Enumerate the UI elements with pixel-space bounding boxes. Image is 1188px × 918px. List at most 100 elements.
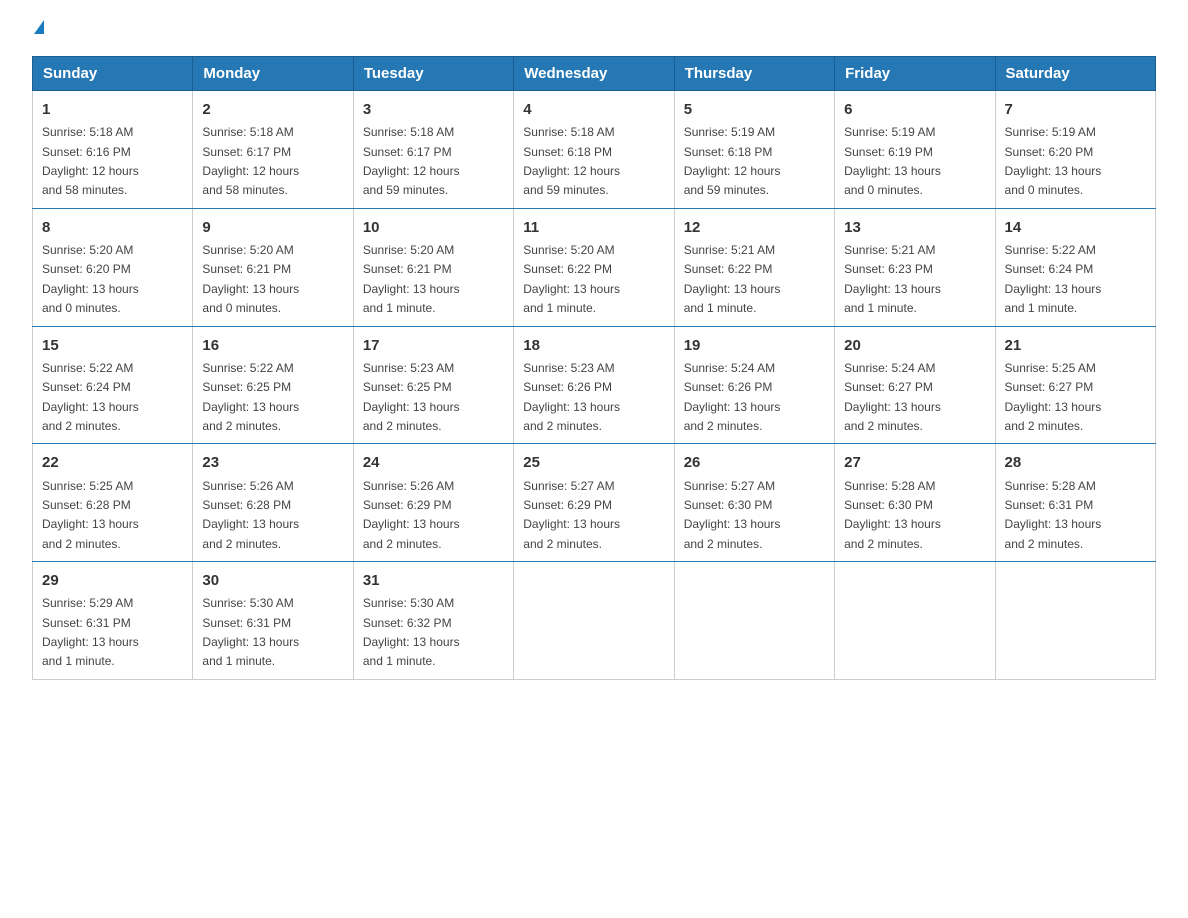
day-info: Sunrise: 5:27 AM Sunset: 6:29 PM Dayligh… [523,479,620,551]
calendar-cell: 11 Sunrise: 5:20 AM Sunset: 6:22 PM Dayl… [514,208,674,326]
calendar-cell: 16 Sunrise: 5:22 AM Sunset: 6:25 PM Dayl… [193,326,353,444]
day-number: 14 [1005,216,1146,239]
day-number: 16 [202,334,343,357]
day-number: 10 [363,216,504,239]
weekday-saturday: Saturday [995,57,1155,91]
day-info: Sunrise: 5:18 AM Sunset: 6:16 PM Dayligh… [42,125,139,197]
day-info: Sunrise: 5:24 AM Sunset: 6:27 PM Dayligh… [844,361,941,433]
day-number: 3 [363,98,504,121]
calendar-cell: 14 Sunrise: 5:22 AM Sunset: 6:24 PM Dayl… [995,208,1155,326]
calendar-cell: 4 Sunrise: 5:18 AM Sunset: 6:18 PM Dayli… [514,91,674,209]
calendar-cell: 31 Sunrise: 5:30 AM Sunset: 6:32 PM Dayl… [353,562,513,680]
calendar-body: 1 Sunrise: 5:18 AM Sunset: 6:16 PM Dayli… [33,91,1156,680]
day-number: 5 [684,98,825,121]
day-info: Sunrise: 5:19 AM Sunset: 6:20 PM Dayligh… [1005,125,1102,197]
day-number: 28 [1005,451,1146,474]
day-number: 9 [202,216,343,239]
day-info: Sunrise: 5:28 AM Sunset: 6:30 PM Dayligh… [844,479,941,551]
weekday-friday: Friday [835,57,995,91]
day-info: Sunrise: 5:22 AM Sunset: 6:24 PM Dayligh… [42,361,139,433]
day-info: Sunrise: 5:18 AM Sunset: 6:18 PM Dayligh… [523,125,620,197]
day-number: 1 [42,98,183,121]
day-number: 12 [684,216,825,239]
calendar-cell: 23 Sunrise: 5:26 AM Sunset: 6:28 PM Dayl… [193,444,353,562]
calendar-cell [995,562,1155,680]
day-info: Sunrise: 5:23 AM Sunset: 6:25 PM Dayligh… [363,361,460,433]
calendar-cell: 5 Sunrise: 5:19 AM Sunset: 6:18 PM Dayli… [674,91,834,209]
day-number: 4 [523,98,664,121]
day-info: Sunrise: 5:20 AM Sunset: 6:21 PM Dayligh… [363,243,460,315]
calendar-cell: 24 Sunrise: 5:26 AM Sunset: 6:29 PM Dayl… [353,444,513,562]
weekday-header-row: SundayMondayTuesdayWednesdayThursdayFrid… [33,57,1156,91]
calendar-cell: 12 Sunrise: 5:21 AM Sunset: 6:22 PM Dayl… [674,208,834,326]
day-info: Sunrise: 5:24 AM Sunset: 6:26 PM Dayligh… [684,361,781,433]
day-info: Sunrise: 5:30 AM Sunset: 6:32 PM Dayligh… [363,596,460,668]
calendar-cell: 20 Sunrise: 5:24 AM Sunset: 6:27 PM Dayl… [835,326,995,444]
calendar-cell: 7 Sunrise: 5:19 AM Sunset: 6:20 PM Dayli… [995,91,1155,209]
day-number: 21 [1005,334,1146,357]
calendar-cell [514,562,674,680]
day-info: Sunrise: 5:30 AM Sunset: 6:31 PM Dayligh… [202,596,299,668]
day-info: Sunrise: 5:19 AM Sunset: 6:18 PM Dayligh… [684,125,781,197]
day-number: 26 [684,451,825,474]
day-info: Sunrise: 5:21 AM Sunset: 6:23 PM Dayligh… [844,243,941,315]
calendar-cell: 22 Sunrise: 5:25 AM Sunset: 6:28 PM Dayl… [33,444,193,562]
calendar-cell [674,562,834,680]
calendar-header: SundayMondayTuesdayWednesdayThursdayFrid… [33,57,1156,91]
day-info: Sunrise: 5:23 AM Sunset: 6:26 PM Dayligh… [523,361,620,433]
day-number: 24 [363,451,504,474]
logo [32,24,44,38]
week-row-2: 8 Sunrise: 5:20 AM Sunset: 6:20 PM Dayli… [33,208,1156,326]
calendar-cell: 6 Sunrise: 5:19 AM Sunset: 6:19 PM Dayli… [835,91,995,209]
day-number: 2 [202,98,343,121]
week-row-1: 1 Sunrise: 5:18 AM Sunset: 6:16 PM Dayli… [33,91,1156,209]
day-info: Sunrise: 5:29 AM Sunset: 6:31 PM Dayligh… [42,596,139,668]
calendar-table: SundayMondayTuesdayWednesdayThursdayFrid… [32,56,1156,680]
week-row-4: 22 Sunrise: 5:25 AM Sunset: 6:28 PM Dayl… [33,444,1156,562]
day-info: Sunrise: 5:25 AM Sunset: 6:27 PM Dayligh… [1005,361,1102,433]
day-info: Sunrise: 5:19 AM Sunset: 6:19 PM Dayligh… [844,125,941,197]
calendar-cell: 8 Sunrise: 5:20 AM Sunset: 6:20 PM Dayli… [33,208,193,326]
calendar-cell: 17 Sunrise: 5:23 AM Sunset: 6:25 PM Dayl… [353,326,513,444]
calendar-cell: 26 Sunrise: 5:27 AM Sunset: 6:30 PM Dayl… [674,444,834,562]
calendar-cell: 19 Sunrise: 5:24 AM Sunset: 6:26 PM Dayl… [674,326,834,444]
day-number: 15 [42,334,183,357]
weekday-sunday: Sunday [33,57,193,91]
day-info: Sunrise: 5:18 AM Sunset: 6:17 PM Dayligh… [202,125,299,197]
day-number: 30 [202,569,343,592]
calendar-cell: 13 Sunrise: 5:21 AM Sunset: 6:23 PM Dayl… [835,208,995,326]
day-number: 18 [523,334,664,357]
day-info: Sunrise: 5:20 AM Sunset: 6:22 PM Dayligh… [523,243,620,315]
day-number: 20 [844,334,985,357]
day-number: 13 [844,216,985,239]
day-number: 25 [523,451,664,474]
day-number: 17 [363,334,504,357]
day-number: 27 [844,451,985,474]
calendar-cell: 10 Sunrise: 5:20 AM Sunset: 6:21 PM Dayl… [353,208,513,326]
day-number: 23 [202,451,343,474]
day-info: Sunrise: 5:22 AM Sunset: 6:24 PM Dayligh… [1005,243,1102,315]
calendar-cell: 3 Sunrise: 5:18 AM Sunset: 6:17 PM Dayli… [353,91,513,209]
calendar-cell: 9 Sunrise: 5:20 AM Sunset: 6:21 PM Dayli… [193,208,353,326]
weekday-wednesday: Wednesday [514,57,674,91]
week-row-3: 15 Sunrise: 5:22 AM Sunset: 6:24 PM Dayl… [33,326,1156,444]
calendar-cell: 1 Sunrise: 5:18 AM Sunset: 6:16 PM Dayli… [33,91,193,209]
day-info: Sunrise: 5:20 AM Sunset: 6:21 PM Dayligh… [202,243,299,315]
calendar-cell: 27 Sunrise: 5:28 AM Sunset: 6:30 PM Dayl… [835,444,995,562]
day-number: 31 [363,569,504,592]
day-number: 11 [523,216,664,239]
weekday-thursday: Thursday [674,57,834,91]
logo-triangle-icon [34,20,44,34]
weekday-tuesday: Tuesday [353,57,513,91]
weekday-monday: Monday [193,57,353,91]
calendar-cell: 29 Sunrise: 5:29 AM Sunset: 6:31 PM Dayl… [33,562,193,680]
calendar-cell: 15 Sunrise: 5:22 AM Sunset: 6:24 PM Dayl… [33,326,193,444]
day-info: Sunrise: 5:26 AM Sunset: 6:28 PM Dayligh… [202,479,299,551]
day-info: Sunrise: 5:25 AM Sunset: 6:28 PM Dayligh… [42,479,139,551]
calendar-cell [835,562,995,680]
calendar-cell: 21 Sunrise: 5:25 AM Sunset: 6:27 PM Dayl… [995,326,1155,444]
day-info: Sunrise: 5:18 AM Sunset: 6:17 PM Dayligh… [363,125,460,197]
day-number: 29 [42,569,183,592]
day-number: 22 [42,451,183,474]
calendar-cell: 28 Sunrise: 5:28 AM Sunset: 6:31 PM Dayl… [995,444,1155,562]
